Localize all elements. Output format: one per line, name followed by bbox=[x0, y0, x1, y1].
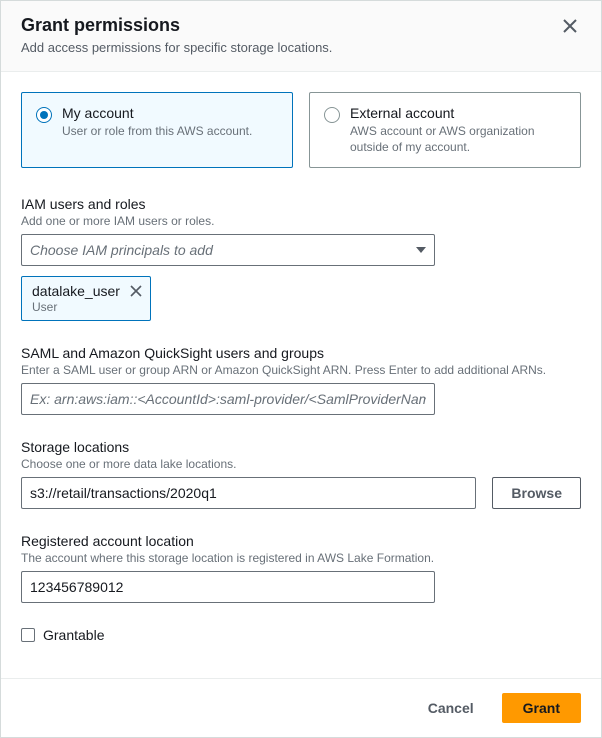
storage-section: Storage locations Choose one or more dat… bbox=[21, 439, 581, 509]
token-type: User bbox=[32, 300, 120, 314]
token-name: datalake_user bbox=[32, 283, 120, 299]
close-button[interactable] bbox=[559, 15, 581, 37]
tile-desc: AWS account or AWS organization outside … bbox=[350, 123, 566, 155]
registered-help: The account where this storage location … bbox=[21, 551, 581, 565]
saml-arn-input[interactable] bbox=[21, 383, 435, 415]
chevron-down-icon bbox=[416, 247, 426, 253]
registered-account-input[interactable] bbox=[21, 571, 435, 603]
tile-desc: User or role from this AWS account. bbox=[62, 123, 252, 139]
saml-label: SAML and Amazon QuickSight users and gro… bbox=[21, 345, 581, 361]
tile-external-account[interactable]: External account AWS account or AWS orga… bbox=[309, 92, 581, 168]
modal-body: My account User or role from this AWS ac… bbox=[1, 72, 601, 678]
iam-label: IAM users and roles bbox=[21, 196, 581, 212]
storage-help: Choose one or more data lake locations. bbox=[21, 457, 581, 471]
select-placeholder: Choose IAM principals to add bbox=[30, 242, 213, 258]
browse-button[interactable]: Browse bbox=[492, 477, 581, 509]
saml-help: Enter a SAML user or group ARN or Amazon… bbox=[21, 363, 581, 377]
modal-header: Grant permissions Add access permissions… bbox=[1, 1, 601, 72]
cancel-button[interactable]: Cancel bbox=[410, 694, 492, 722]
modal-title: Grant permissions bbox=[21, 15, 332, 36]
iam-token-datalake-user: datalake_user User bbox=[21, 276, 151, 321]
tile-title: External account bbox=[350, 105, 566, 121]
grant-button[interactable]: Grant bbox=[502, 693, 581, 723]
grantable-row[interactable]: Grantable bbox=[21, 627, 581, 643]
iam-principals-select[interactable]: Choose IAM principals to add bbox=[21, 234, 435, 266]
close-icon bbox=[130, 285, 142, 297]
token-remove-button[interactable] bbox=[130, 285, 142, 297]
modal-footer: Cancel Grant bbox=[1, 678, 601, 737]
grantable-checkbox[interactable] bbox=[21, 628, 35, 642]
iam-help: Add one or more IAM users or roles. bbox=[21, 214, 581, 228]
modal-subtitle: Add access permissions for specific stor… bbox=[21, 40, 332, 55]
iam-section: IAM users and roles Add one or more IAM … bbox=[21, 196, 581, 321]
tile-title: My account bbox=[62, 105, 252, 121]
grantable-label: Grantable bbox=[43, 627, 104, 643]
storage-location-input[interactable] bbox=[21, 477, 476, 509]
registered-section: Registered account location The account … bbox=[21, 533, 581, 603]
registered-label: Registered account location bbox=[21, 533, 581, 549]
grant-permissions-modal: Grant permissions Add access permissions… bbox=[0, 0, 602, 738]
saml-section: SAML and Amazon QuickSight users and gro… bbox=[21, 345, 581, 415]
storage-label: Storage locations bbox=[21, 439, 581, 455]
tile-my-account[interactable]: My account User or role from this AWS ac… bbox=[21, 92, 293, 168]
close-icon bbox=[563, 19, 577, 33]
account-type-tiles: My account User or role from this AWS ac… bbox=[21, 92, 581, 168]
radio-icon bbox=[324, 107, 340, 123]
radio-icon bbox=[36, 107, 52, 123]
